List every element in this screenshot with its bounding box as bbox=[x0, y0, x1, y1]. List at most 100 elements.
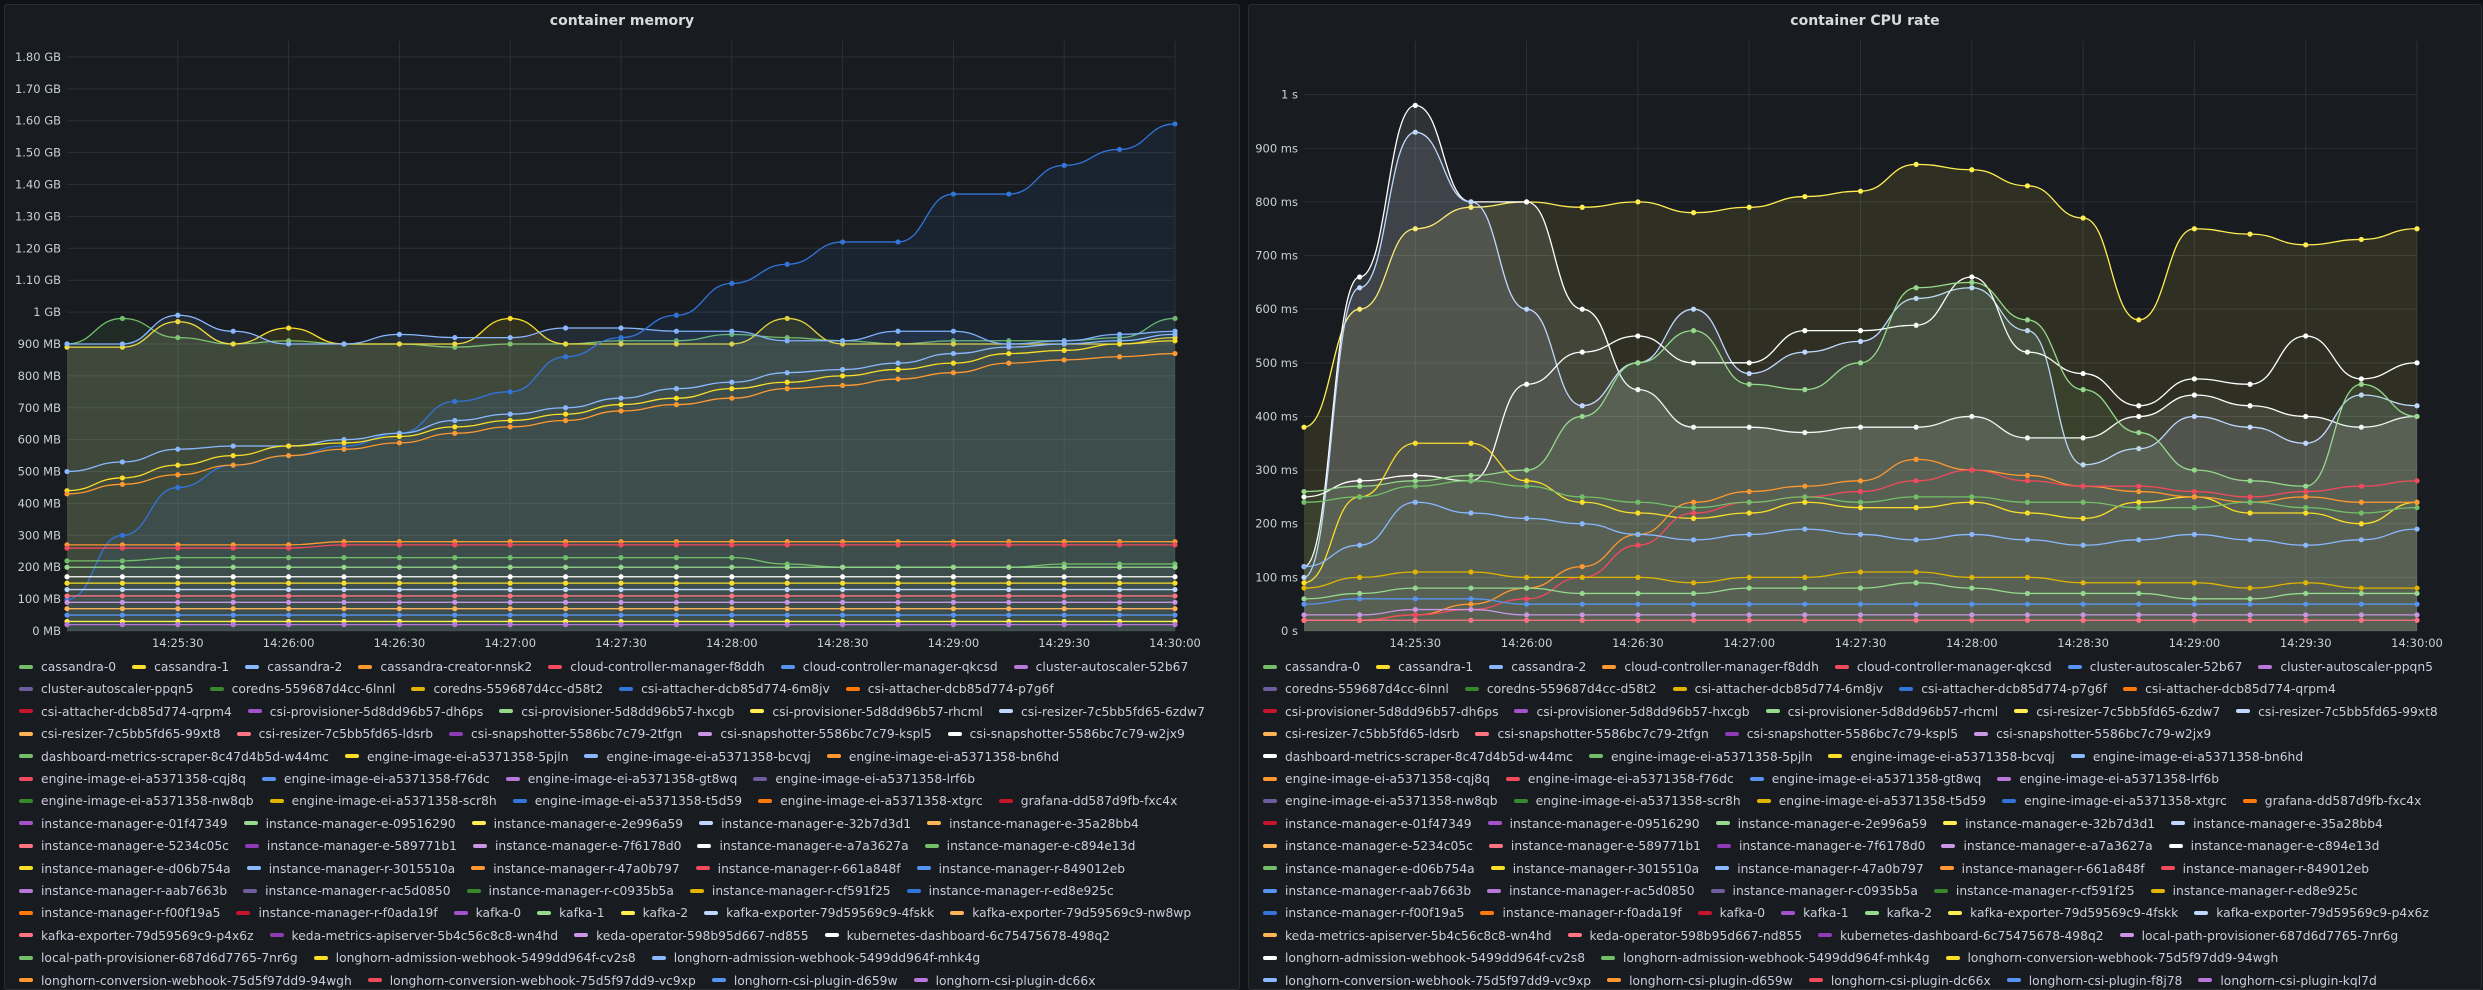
legend-item[interactable]: csi-provisioner-5d8dd96b57-rhcml bbox=[1765, 701, 1998, 723]
legend-item[interactable]: keda-operator-598b95d667-nd855 bbox=[574, 925, 809, 947]
legend-item[interactable]: instance-manager-r-c0935b5a bbox=[466, 880, 674, 902]
legend-item[interactable]: kafka-1 bbox=[537, 902, 605, 924]
legend-item[interactable]: csi-resizer-7c5bb5fd65-99xt8 bbox=[2236, 701, 2438, 723]
legend-item[interactable]: cluster-autoscaler-ppqn5 bbox=[2258, 656, 2433, 678]
legend-item[interactable]: longhorn-conversion-webhook-75d5f97dd9-v… bbox=[367, 970, 696, 989]
legend-item[interactable]: engine-image-ei-a5371358-f76dc bbox=[1505, 768, 1734, 790]
legend-item[interactable]: engine-image-ei-a5371358-gt8wq bbox=[1749, 768, 1981, 790]
legend-item[interactable]: csi-snapshotter-5586bc7c79-2tfgn bbox=[449, 723, 682, 745]
legend-item[interactable]: instance-manager-r-47a0b797 bbox=[471, 858, 680, 880]
legend-item[interactable]: instance-manager-e-35a28bb4 bbox=[2171, 813, 2383, 835]
legend-item[interactable]: engine-image-ei-a5371358-5pjln bbox=[1588, 746, 1812, 768]
legend-item[interactable]: coredns-559687d4cc-d58t2 bbox=[411, 678, 603, 700]
legend-item[interactable]: engine-image-ei-a5371358-5pjln bbox=[344, 746, 568, 768]
legend-item[interactable]: longhorn-admission-webhook-5499dd964f-cv… bbox=[313, 947, 636, 969]
legend-item[interactable]: csi-provisioner-5d8dd96b57-rhcml bbox=[750, 701, 983, 723]
legend-item[interactable]: engine-image-ei-a5371358-cqj8q bbox=[19, 768, 246, 790]
legend-item[interactable]: instance-manager-r-ac5d0850 bbox=[243, 880, 451, 902]
series-csi-attacher-dcb85d774-p7g6f[interactable] bbox=[64, 593, 1178, 599]
series-coredns-559687d4cc-6lnnl[interactable] bbox=[64, 574, 1178, 580]
legend-item[interactable]: longhorn-admission-webhook-5499dd964f-mh… bbox=[1601, 947, 1930, 969]
legend-item[interactable]: instance-manager-r-cf591f25 bbox=[1933, 880, 2135, 902]
series-csi-provisioner-5d8dd96b57-hxcgb[interactable] bbox=[64, 612, 1178, 618]
legend-item[interactable]: coredns-559687d4cc-6lnnl bbox=[1263, 678, 1449, 700]
legend-item[interactable]: instance-manager-e-2e996a59 bbox=[471, 813, 683, 835]
legend-item[interactable]: cloud-controller-manager-qkcsd bbox=[1834, 656, 2052, 678]
legend-item[interactable]: instance-manager-e-a7a3627a bbox=[1941, 835, 2153, 857]
legend-item[interactable]: dashboard-metrics-scraper-8c47d4b5d-w44m… bbox=[1263, 746, 1573, 768]
legend-item[interactable]: instance-manager-r-47a0b797 bbox=[1715, 858, 1924, 880]
series-csi-attacher-dcb85d774-qrpm4[interactable] bbox=[64, 599, 1178, 605]
legend-item[interactable]: kafka-exporter-79d59569c9-4fskk bbox=[704, 902, 934, 924]
legend-item[interactable]: csi-resizer-7c5bb5fd65-6zdw7 bbox=[998, 701, 1205, 723]
legend-item[interactable]: engine-image-ei-a5371358-gt8wq bbox=[505, 768, 737, 790]
legend-item[interactable]: cassandra-creator-nnsk2 bbox=[358, 656, 532, 678]
legend-item[interactable]: coredns-559687d4cc-6lnnl bbox=[209, 678, 395, 700]
legend-item[interactable]: longhorn-csi-plugin-d659w bbox=[1607, 970, 1793, 989]
legend-item[interactable]: csi-provisioner-5d8dd96b57-dh6ps bbox=[247, 701, 483, 723]
legend-item[interactable]: instance-manager-e-09516290 bbox=[243, 813, 456, 835]
legend-item[interactable]: longhorn-csi-plugin-dc66x bbox=[1808, 970, 1991, 989]
legend-item[interactable]: csi-resizer-7c5bb5fd65-ldsrb bbox=[1263, 723, 1459, 745]
legend-item[interactable]: kafka-0 bbox=[1697, 902, 1765, 924]
legend-item[interactable]: instance-manager-r-849012eb bbox=[916, 858, 1125, 880]
legend-item[interactable]: kafka-exporter-79d59569c9-p4x6z bbox=[19, 925, 254, 947]
legend-item[interactable]: kafka-exporter-79d59569c9-nw8wp bbox=[950, 902, 1191, 924]
legend-item[interactable]: cluster-autoscaler-52b67 bbox=[1013, 656, 1188, 678]
legend-item[interactable]: instance-manager-r-3015510a bbox=[246, 858, 455, 880]
legend-item[interactable]: kubernetes-dashboard-6c75475678-498q2 bbox=[824, 925, 1110, 947]
legend-item[interactable]: engine-image-ei-a5371358-scr8h bbox=[1513, 790, 1741, 812]
legend-item[interactable]: dashboard-metrics-scraper-8c47d4b5d-w44m… bbox=[19, 746, 329, 768]
legend-item[interactable]: instance-manager-r-ac5d0850 bbox=[1487, 880, 1695, 902]
series-csi-resizer-7c5bb5fd65-99xt8[interactable] bbox=[64, 622, 1178, 628]
legend-item[interactable]: engine-image-ei-a5371358-lrf6b bbox=[753, 768, 975, 790]
legend-item[interactable]: keda-metrics-apiserver-5b4c56c8c8-wn4hd bbox=[269, 925, 558, 947]
legend-item[interactable]: longhorn-admission-webhook-5499dd964f-mh… bbox=[651, 947, 980, 969]
legend-item[interactable]: instance-manager-e-589771b1 bbox=[244, 835, 457, 857]
legend-item[interactable]: engine-image-ei-a5371358-bn6hd bbox=[2070, 746, 2303, 768]
legend-item[interactable]: keda-metrics-apiserver-5b4c56c8c8-wn4hd bbox=[1263, 925, 1552, 947]
legend-item[interactable]: csi-attacher-dcb85d774-p7g6f bbox=[1899, 678, 2107, 700]
legend-item[interactable]: instance-manager-e-01f47349 bbox=[19, 813, 228, 835]
legend-item[interactable]: engine-image-ei-a5371358-scr8h bbox=[269, 790, 497, 812]
legend-item[interactable]: instance-manager-r-661a848f bbox=[1939, 858, 2145, 880]
legend-item[interactable]: instance-manager-r-3015510a bbox=[1490, 858, 1699, 880]
legend-item[interactable]: engine-image-ei-a5371358-t5d59 bbox=[512, 790, 742, 812]
legend-item[interactable]: local-path-provisioner-687d6d7765-7nr6g bbox=[19, 947, 298, 969]
legend-item[interactable]: instance-manager-r-f0ada19f bbox=[1480, 902, 1682, 924]
legend-item[interactable]: cloud-controller-manager-qkcsd bbox=[780, 656, 998, 678]
legend-item[interactable]: longhorn-admission-webhook-5499dd964f-cv… bbox=[1263, 947, 1585, 969]
legend-item[interactable]: csi-snapshotter-5586bc7c79-w2jx9 bbox=[947, 723, 1185, 745]
legend-item[interactable]: instance-manager-e-5234c05c bbox=[1263, 835, 1473, 857]
legend-item[interactable]: coredns-559687d4cc-d58t2 bbox=[1464, 678, 1657, 700]
legend-item[interactable]: longhorn-conversion-webhook-75d5f97dd9-9… bbox=[1945, 947, 2278, 969]
legend-item[interactable]: engine-image-ei-a5371358-bcvqj bbox=[584, 746, 811, 768]
legend-item[interactable]: longhorn-csi-plugin-dc66x bbox=[913, 970, 1096, 989]
legend-item[interactable]: instance-manager-e-01f47349 bbox=[1263, 813, 1472, 835]
legend-item[interactable]: engine-image-ei-a5371358-xtgrc bbox=[2002, 790, 2227, 812]
legend-item[interactable]: instance-manager-e-589771b1 bbox=[1488, 835, 1701, 857]
series-cluster-autoscaler-ppqn5[interactable] bbox=[64, 564, 1178, 570]
legend-item[interactable]: instance-manager-r-ed8e925c bbox=[2150, 880, 2358, 902]
legend-item[interactable]: instance-manager-r-c0935b5a bbox=[1710, 880, 1918, 902]
legend-item[interactable]: grafana-dd587d9fb-fxc4x bbox=[2242, 790, 2421, 812]
legend-item[interactable]: csi-snapshotter-5586bc7c79-kspl5 bbox=[1724, 723, 1958, 745]
legend-item[interactable]: instance-manager-e-5234c05c bbox=[19, 835, 229, 857]
legend-item[interactable]: csi-attacher-dcb85d774-6m8jv bbox=[619, 678, 830, 700]
legend-item[interactable]: csi-provisioner-5d8dd96b57-hxcgb bbox=[499, 701, 734, 723]
legend-item[interactable]: cassandra-0 bbox=[19, 656, 116, 678]
legend-item[interactable]: instance-manager-e-2e996a59 bbox=[1715, 813, 1927, 835]
legend-item[interactable]: local-path-provisioner-687d6d7765-7nr6g bbox=[2119, 925, 2398, 947]
legend-item[interactable]: longhorn-csi-plugin-d659w bbox=[711, 970, 898, 989]
series-coredns-559687d4cc-d58t2[interactable] bbox=[64, 580, 1178, 586]
legend-item[interactable]: csi-attacher-dcb85d774-qrpm4 bbox=[19, 701, 232, 723]
legend-item[interactable]: engine-image-ei-a5371358-t5d59 bbox=[1756, 790, 1986, 812]
legend-item[interactable]: cluster-autoscaler-ppqn5 bbox=[19, 678, 194, 700]
legend-item[interactable]: cluster-autoscaler-52b67 bbox=[2067, 656, 2242, 678]
legend-item[interactable]: instance-manager-e-a7a3627a bbox=[697, 835, 909, 857]
legend-item[interactable]: instance-manager-e-32b7d3d1 bbox=[1943, 813, 2155, 835]
legend-item[interactable]: engine-image-ei-a5371358-xtgrc bbox=[758, 790, 983, 812]
legend-item[interactable]: kafka-exporter-79d59569c9-p4x6z bbox=[2194, 902, 2429, 924]
legend-item[interactable]: instance-manager-e-32b7d3d1 bbox=[699, 813, 911, 835]
legend-item[interactable]: csi-attacher-dcb85d774-qrpm4 bbox=[2123, 678, 2336, 700]
